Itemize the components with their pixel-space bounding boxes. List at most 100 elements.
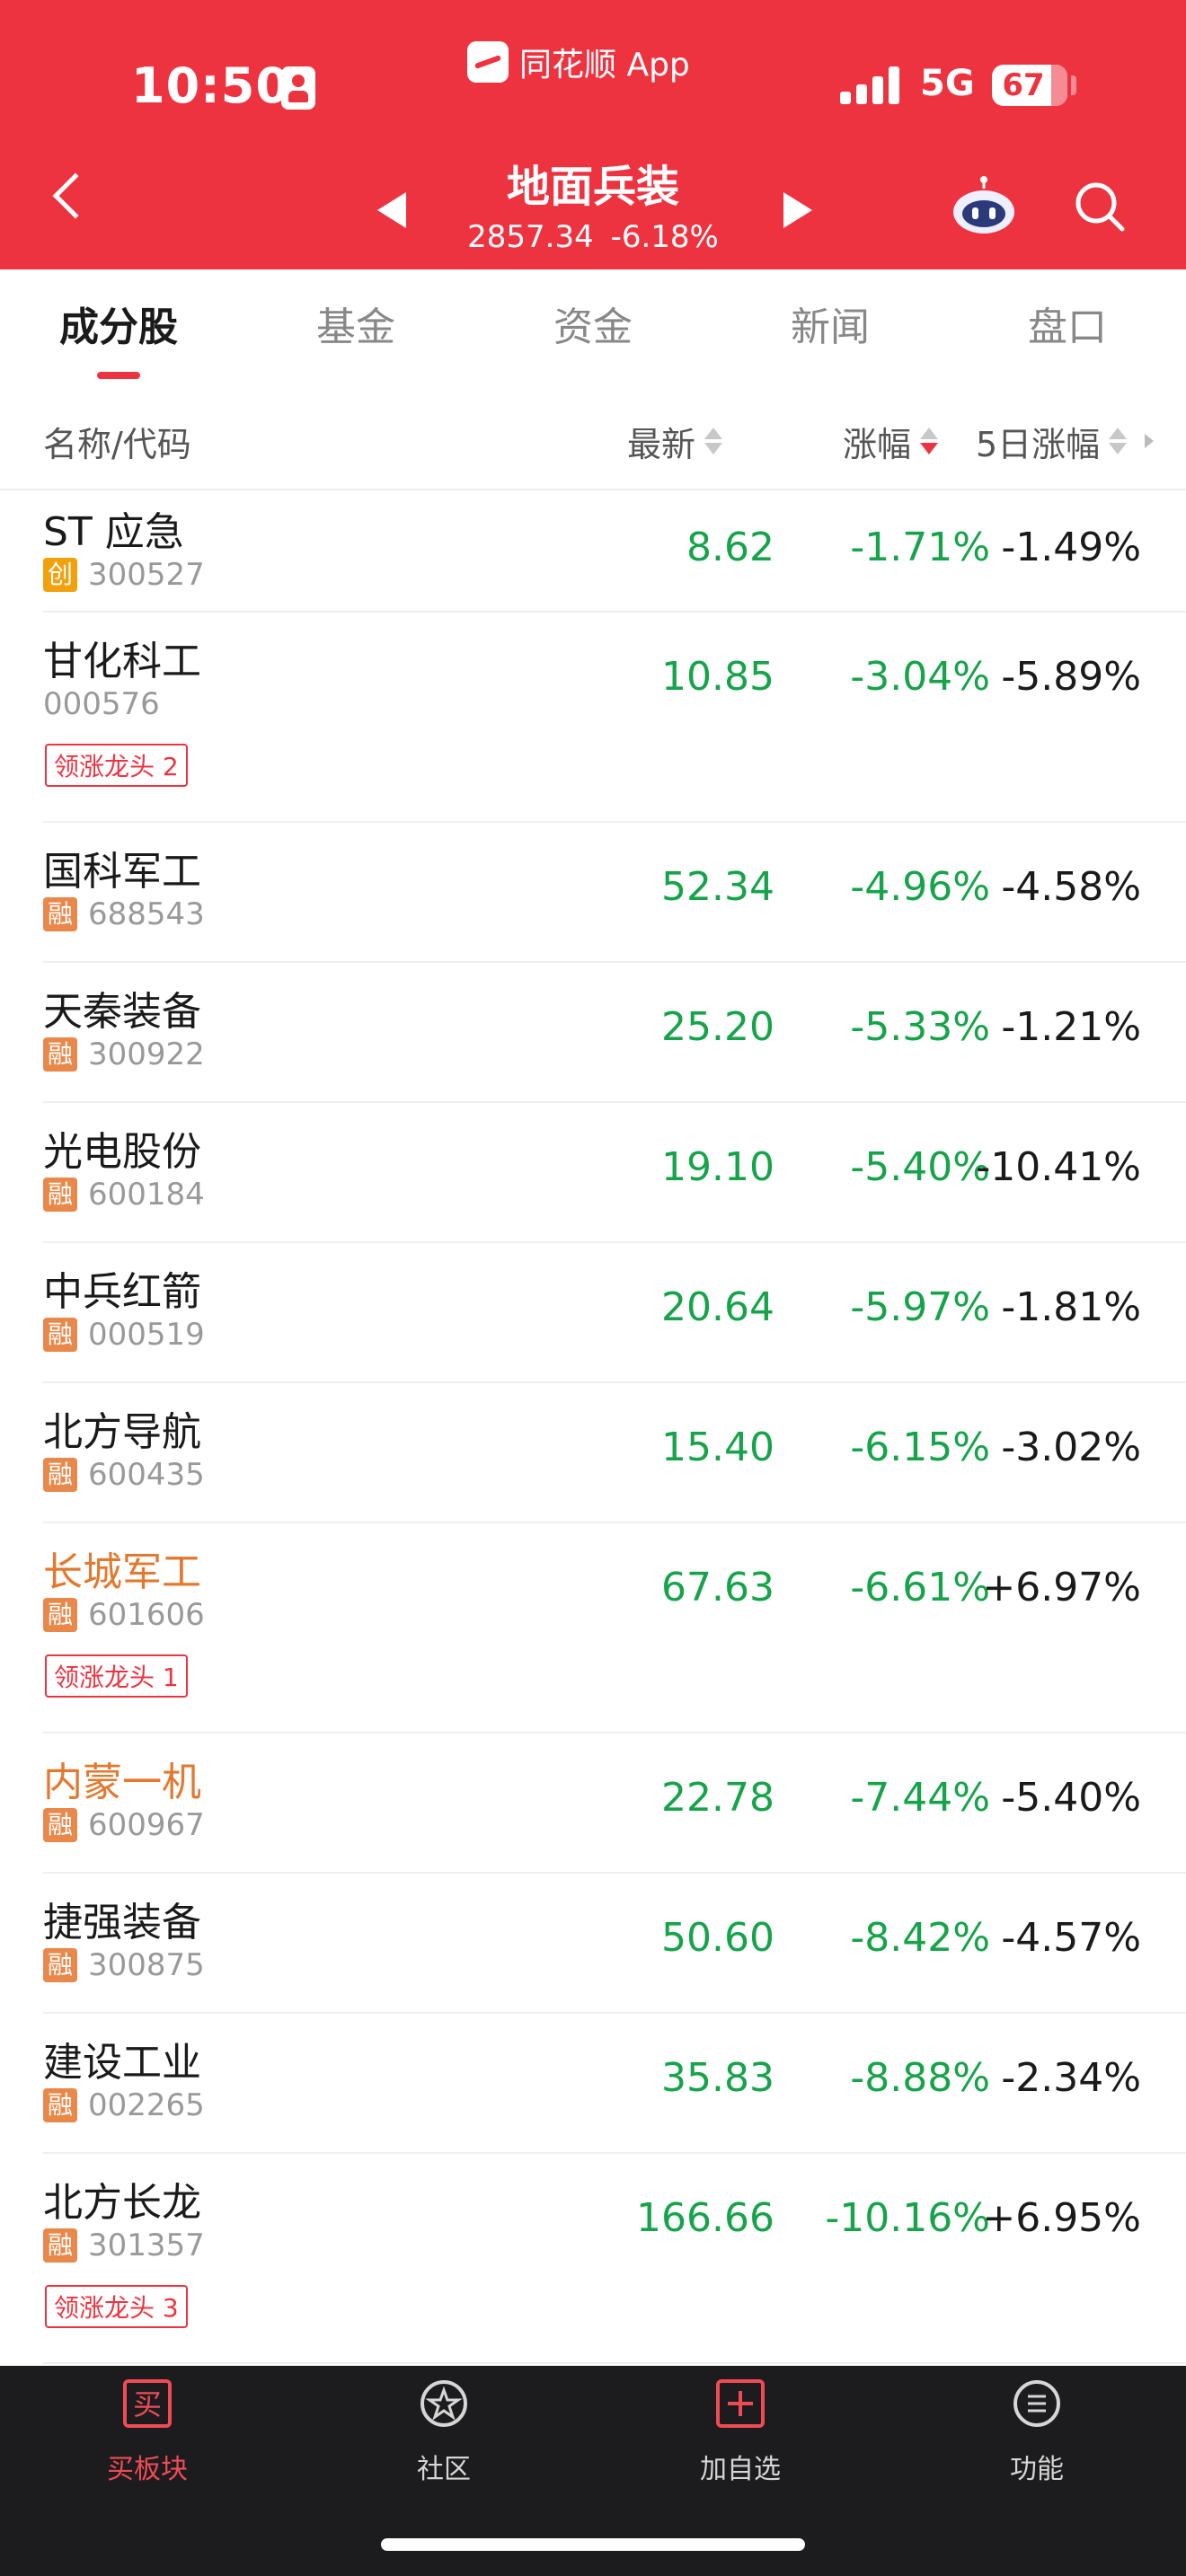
sort-arrows-icon (704, 428, 723, 454)
market-tag: 融 (43, 1178, 77, 1212)
market-tag: 融 (43, 1037, 77, 1072)
app-name-label: 同花顺 App (519, 47, 690, 84)
add-watchlist-icon (716, 2379, 765, 2428)
leader-badge: 领涨龙头 1 (45, 1654, 188, 1698)
buy-icon: 买 (123, 2379, 172, 2428)
stock-name: 甘化科工 (43, 639, 201, 684)
index-value: 2857.34 (467, 219, 594, 255)
table-row[interactable]: 北方导航融 600435 15.40 -6.15% -3.02% (43, 1383, 1186, 1523)
stock-name: 建设工业 (43, 2040, 201, 2086)
stock-list: ST 应急创 300527 8.62 -1.71% -1.49% 甘化科工 000576 领涨… (0, 490, 1186, 2364)
market-tag: 创 (43, 558, 77, 592)
stock-name: ST 应急 (43, 509, 184, 555)
network-label: 5G (920, 63, 975, 104)
change5-percent: -1.49% (1001, 525, 1141, 570)
latest-price: 25.20 (661, 1004, 774, 1050)
index-quote: 2857.34 -6.18% (413, 219, 773, 255)
stock-code: 601606 (88, 1597, 205, 1633)
stock-code: 002265 (88, 2087, 205, 2123)
change5-percent: +6.95% (982, 2195, 1141, 2241)
column-change5-label: 5日涨幅 (976, 424, 1101, 464)
latest-price: 19.10 (661, 1144, 774, 1190)
status-time: 10:50 (131, 57, 290, 114)
functions-label: 功能 (1010, 2454, 1064, 2485)
table-row[interactable]: 内蒙一机融 600967 22.78 -7.44% -5.40% (43, 1734, 1186, 1874)
previous-sector-icon[interactable] (377, 192, 406, 228)
stock-code: 300922 (88, 1037, 205, 1072)
stock-name: 北方长龙 (43, 2180, 201, 2226)
change5-percent: -5.89% (1001, 654, 1141, 700)
app-header: 10:50 同花顺 App 5G 67 地面兵装 2857.34 -6.18% (0, 0, 1186, 269)
change5-percent: -1.21% (1001, 1004, 1141, 1050)
stock-code-line: 融 600184 (43, 1177, 205, 1213)
stock-code: 600435 (88, 1457, 205, 1493)
sort-by-price[interactable]: 最新 (627, 392, 723, 490)
search-icon[interactable] (1073, 180, 1127, 234)
stock-code: 301357 (88, 2228, 205, 2263)
latest-price: 8.62 (686, 525, 774, 570)
latest-price: 67.63 (661, 1565, 774, 1610)
tab-funds[interactable]: 基金 (237, 269, 474, 386)
latest-price: 10.85 (661, 654, 774, 700)
stock-code-line: 融 300875 (43, 1947, 205, 1983)
stock-code-line: 融 600435 (43, 1457, 205, 1493)
stock-code: 000576 (43, 686, 160, 722)
add-watchlist-label: 加自选 (700, 2454, 781, 2485)
market-tag: 融 (43, 2088, 77, 2122)
stock-code: 300527 (88, 557, 205, 593)
latest-price: 15.40 (661, 1425, 774, 1470)
market-tag: 融 (43, 1318, 77, 1352)
stock-name: 长城军工 (43, 1549, 201, 1595)
latest-price: 166.66 (636, 2195, 774, 2241)
functions-button[interactable]: 功能 (956, 2378, 1118, 2486)
home-indicator[interactable] (381, 2538, 805, 2551)
signal-icon (840, 66, 901, 104)
table-row[interactable]: 甘化科工 000576 领涨龙头 2 10.85 -3.04% -5.89% (43, 613, 1186, 823)
next-sector-icon[interactable] (783, 192, 812, 228)
more-columns-icon[interactable] (1145, 434, 1155, 448)
latest-price: 20.64 (661, 1284, 774, 1330)
stock-code-line: 融 300922 (43, 1037, 205, 1072)
table-row[interactable]: 长城军工融 601606 领涨龙头 1 67.63 -6.61% +6.97% (43, 1523, 1186, 1734)
column-change-label: 涨幅 (843, 424, 912, 464)
back-arrow-icon[interactable] (52, 172, 99, 219)
buy-sector-button[interactable]: 买 买板块 (66, 2378, 228, 2486)
market-tag: 融 (43, 1598, 77, 1632)
sort-by-change[interactable]: 涨幅 (843, 392, 939, 490)
table-row[interactable]: 中兵红箭融 000519 20.64 -5.97% -1.81% (43, 1243, 1186, 1383)
robot-assistant-icon[interactable] (949, 176, 1019, 235)
tab-news[interactable]: 新闻 (712, 269, 949, 386)
stock-code-line: 融 000519 (43, 1317, 205, 1353)
table-row[interactable]: 天秦装备融 300922 25.20 -5.33% -1.21% (43, 963, 1186, 1103)
content-tabs: 成分股 基金 资金 新闻 盘口 (0, 269, 1186, 386)
table-row[interactable]: 国科军工融 688543 52.34 -4.96% -4.58% (43, 823, 1186, 963)
table-row[interactable]: 捷强装备融 300875 50.60 -8.42% -4.57% (43, 1874, 1186, 2014)
table-row[interactable]: 建设工业融 002265 35.83 -8.88% -2.34% (43, 2014, 1186, 2154)
community-button[interactable]: 社区 (363, 2378, 525, 2486)
tab-order-book[interactable]: 盘口 (949, 269, 1186, 386)
stock-name: 内蒙一机 (43, 1760, 201, 1805)
menu-icon (1013, 2380, 1060, 2427)
index-change: -6.18% (610, 219, 719, 255)
stock-code: 688543 (88, 896, 205, 932)
column-name: 名称/代码 (43, 392, 191, 490)
orientation-lock-icon (281, 66, 315, 110)
stock-code: 600184 (88, 1177, 205, 1213)
change5-percent: +6.97% (982, 1565, 1141, 1610)
stock-code-line: 融 601606 (43, 1597, 205, 1633)
market-tag: 融 (43, 2228, 77, 2263)
market-tag: 融 (43, 1808, 77, 1842)
table-row[interactable]: 北方长龙融 301357 领涨龙头 3 166.66 -10.16% +6.95% (43, 2154, 1186, 2364)
back-to-app-link[interactable]: 同花顺 App (467, 40, 690, 84)
tab-capital[interactable]: 资金 (474, 269, 712, 386)
add-watchlist-button[interactable]: 加自选 (659, 2378, 821, 2486)
tab-constituents[interactable]: 成分股 (0, 269, 237, 386)
community-icon (420, 2380, 467, 2427)
table-row[interactable]: ST 应急创 300527 8.62 -1.71% -1.49% (43, 490, 1186, 613)
table-row[interactable]: 光电股份融 600184 19.10 -5.40% -10.41% (43, 1103, 1186, 1243)
sort-by-change5[interactable]: 5日涨幅 (976, 392, 1155, 490)
battery-icon: 67 (992, 65, 1067, 106)
change5-percent: -10.41% (976, 1144, 1141, 1190)
stock-code-line: 创 300527 (43, 557, 205, 593)
stock-code-line: 融 002265 (43, 2087, 205, 2123)
